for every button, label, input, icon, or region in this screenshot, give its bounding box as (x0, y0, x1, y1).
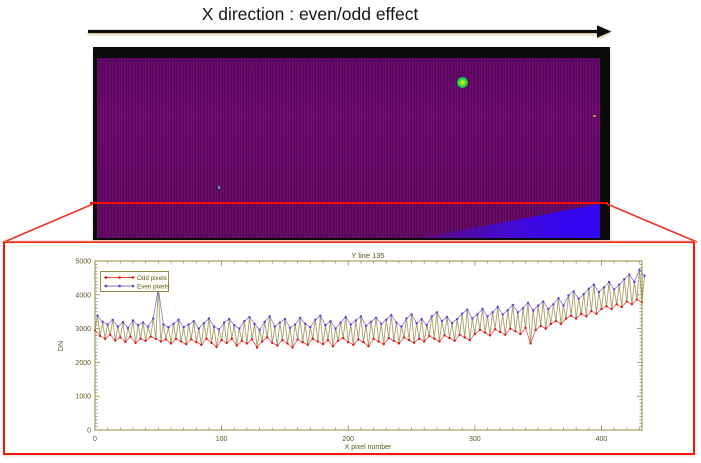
svg-text:200: 200 (342, 436, 354, 443)
svg-text:300: 300 (469, 436, 481, 443)
svg-text:400: 400 (596, 436, 608, 443)
svg-text:100: 100 (216, 436, 228, 443)
svg-text:2000: 2000 (75, 360, 91, 367)
chart-title: Y line 135 (351, 251, 384, 260)
legend-entry-odd: Odd pixels (137, 275, 167, 282)
data-series-layer (94, 269, 646, 349)
legend-entry-even: Even pixels (137, 284, 169, 291)
svg-text:4000: 4000 (75, 292, 91, 299)
y-axis-label: DN (58, 341, 65, 351)
line-chart: Y line 135 01002003004000100020003000400… (58, 251, 646, 451)
svg-text:1000: 1000 (75, 394, 91, 401)
x-axis-label: X pixel number (345, 444, 392, 451)
legend-box: Odd pixels Even pixels (101, 272, 170, 292)
svg-text:0: 0 (93, 436, 97, 443)
zoom-callout-left-line (4, 204, 93, 242)
x-direction-arrow-icon (88, 25, 612, 38)
zoom-callout-right-line (607, 204, 697, 242)
figure-canvas: { "header": { "title": "X direction : ev… (0, 0, 701, 463)
svg-text:5000: 5000 (75, 259, 91, 266)
svg-text:3000: 3000 (75, 326, 91, 333)
svg-text:0: 0 (87, 428, 91, 435)
figure-overlay: Y line 135 01002003004000100020003000400… (0, 0, 701, 463)
